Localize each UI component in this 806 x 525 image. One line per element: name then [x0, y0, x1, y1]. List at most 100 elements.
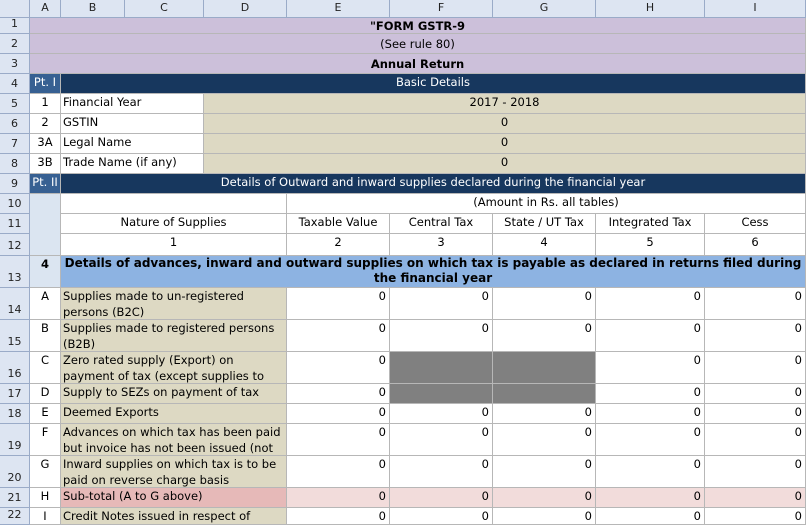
col-number: 4	[493, 234, 596, 256]
col-header-nature: Nature of Supplies	[61, 214, 287, 234]
value-cell[interactable]: 0	[596, 456, 705, 488]
basic-detail-no: 2	[30, 114, 61, 134]
row-header-8[interactable]: 8	[0, 154, 30, 174]
value-cell[interactable]: 0	[596, 424, 705, 456]
value-cell[interactable]: 0	[287, 488, 390, 508]
row-header-18[interactable]: 18	[0, 404, 30, 424]
value-cell[interactable]: 0	[287, 384, 390, 404]
supply-code: G	[30, 456, 61, 488]
column-header-a[interactable]: A	[30, 0, 61, 18]
row-header-4[interactable]: 4	[0, 74, 30, 94]
value-cell[interactable]: 0	[493, 288, 596, 320]
row-header-16[interactable]: 16	[0, 352, 30, 384]
disabled-cell	[493, 384, 596, 404]
row-header-19[interactable]: 19	[0, 424, 30, 456]
value-cell[interactable]: 0	[390, 456, 493, 488]
select-all-corner[interactable]	[0, 0, 30, 18]
column-header-e[interactable]: E	[287, 0, 390, 18]
value-cell[interactable]: 0	[493, 508, 596, 525]
row-header-20[interactable]: 20	[0, 456, 30, 488]
value-cell[interactable]: 0	[705, 488, 806, 508]
amount-note: (Amount in Rs. all tables)	[287, 194, 806, 214]
part2-label: Pt. II	[30, 174, 61, 194]
value-cell[interactable]: 0	[287, 404, 390, 424]
column-header-c[interactable]: C	[125, 0, 204, 18]
column-header-h[interactable]: H	[596, 0, 705, 18]
value-cell[interactable]: 0	[596, 352, 705, 384]
value-cell[interactable]: 0	[390, 488, 493, 508]
column-header-b[interactable]: B	[61, 0, 125, 18]
supply-code: D	[30, 384, 61, 404]
value-cell[interactable]: 0	[390, 404, 493, 424]
row-header-17[interactable]: 17	[0, 384, 30, 404]
column-header-d[interactable]: D	[204, 0, 287, 18]
value-cell[interactable]: 0	[493, 456, 596, 488]
value-cell[interactable]: 0	[705, 424, 806, 456]
column-header-g[interactable]: G	[493, 0, 596, 18]
value-cell[interactable]: 0	[287, 288, 390, 320]
column-header-i[interactable]: I	[705, 0, 806, 18]
value-cell[interactable]: 0	[596, 384, 705, 404]
row-header-21[interactable]: 21	[0, 488, 30, 508]
value-cell[interactable]: 0	[287, 456, 390, 488]
section4-no: 4	[30, 256, 61, 288]
row-header-9[interactable]: 9	[0, 174, 30, 194]
value-cell[interactable]: 0	[287, 424, 390, 456]
value-cell[interactable]: 0	[493, 320, 596, 352]
supply-code: C	[30, 352, 61, 384]
value-cell[interactable]: 0	[705, 456, 806, 488]
value-cell[interactable]: 0	[596, 320, 705, 352]
col-number: 2	[287, 234, 390, 256]
value-cell[interactable]: 0	[596, 288, 705, 320]
supply-code: A	[30, 288, 61, 320]
basic-detail-value[interactable]: 0	[204, 134, 806, 154]
row-header-13[interactable]: 13	[0, 256, 30, 288]
value-cell[interactable]: 0	[390, 320, 493, 352]
part2-spacer	[30, 194, 61, 256]
value-cell[interactable]: 0	[287, 320, 390, 352]
form-subtitle: (See rule 80)	[30, 34, 806, 54]
value-cell[interactable]: 0	[596, 508, 705, 525]
value-cell[interactable]: 0	[390, 424, 493, 456]
value-cell[interactable]: 0	[493, 424, 596, 456]
part1-label: Pt. I	[30, 74, 61, 94]
disabled-cell	[390, 352, 493, 384]
row-header-5[interactable]: 5	[0, 94, 30, 114]
value-cell[interactable]: 0	[705, 288, 806, 320]
col-number: 3	[390, 234, 493, 256]
basic-detail-value[interactable]: 0	[204, 114, 806, 134]
basic-detail-value[interactable]: 2017 - 2018	[204, 94, 806, 114]
basic-detail-value[interactable]: 0	[204, 154, 806, 174]
value-cell[interactable]: 0	[596, 488, 705, 508]
value-cell[interactable]: 0	[705, 352, 806, 384]
row-header-2[interactable]: 2	[0, 34, 30, 54]
value-cell[interactable]: 0	[493, 404, 596, 424]
value-cell[interactable]: 0	[287, 508, 390, 525]
row-header-11[interactable]: 11	[0, 214, 30, 234]
amount-note-spacer	[61, 194, 287, 214]
row-header-15[interactable]: 15	[0, 320, 30, 352]
form-return-type: Annual Return	[30, 54, 806, 74]
value-cell[interactable]: 0	[705, 384, 806, 404]
value-cell[interactable]: 0	[596, 404, 705, 424]
value-cell[interactable]: 0	[705, 404, 806, 424]
supply-label: Supplies made to registered persons (B2B…	[61, 320, 287, 352]
row-header-7[interactable]: 7	[0, 134, 30, 154]
row-header-12[interactable]: 12	[0, 234, 30, 256]
col-header: Taxable Value	[287, 214, 390, 234]
row-header-6[interactable]: 6	[0, 114, 30, 134]
value-cell[interactable]: 0	[390, 288, 493, 320]
row-header-3[interactable]: 3	[0, 54, 30, 74]
value-cell[interactable]: 0	[493, 488, 596, 508]
value-cell[interactable]: 0	[705, 508, 806, 525]
value-cell[interactable]: 0	[390, 508, 493, 525]
col-number: 5	[596, 234, 705, 256]
part1-heading: Basic Details	[61, 74, 806, 94]
row-header-22[interactable]: 22	[0, 508, 30, 525]
value-cell[interactable]: 0	[287, 352, 390, 384]
row-header-1[interactable]: 1	[0, 18, 30, 34]
value-cell[interactable]: 0	[705, 320, 806, 352]
column-header-f[interactable]: F	[390, 0, 493, 18]
row-header-14[interactable]: 14	[0, 288, 30, 320]
row-header-10[interactable]: 10	[0, 194, 30, 214]
